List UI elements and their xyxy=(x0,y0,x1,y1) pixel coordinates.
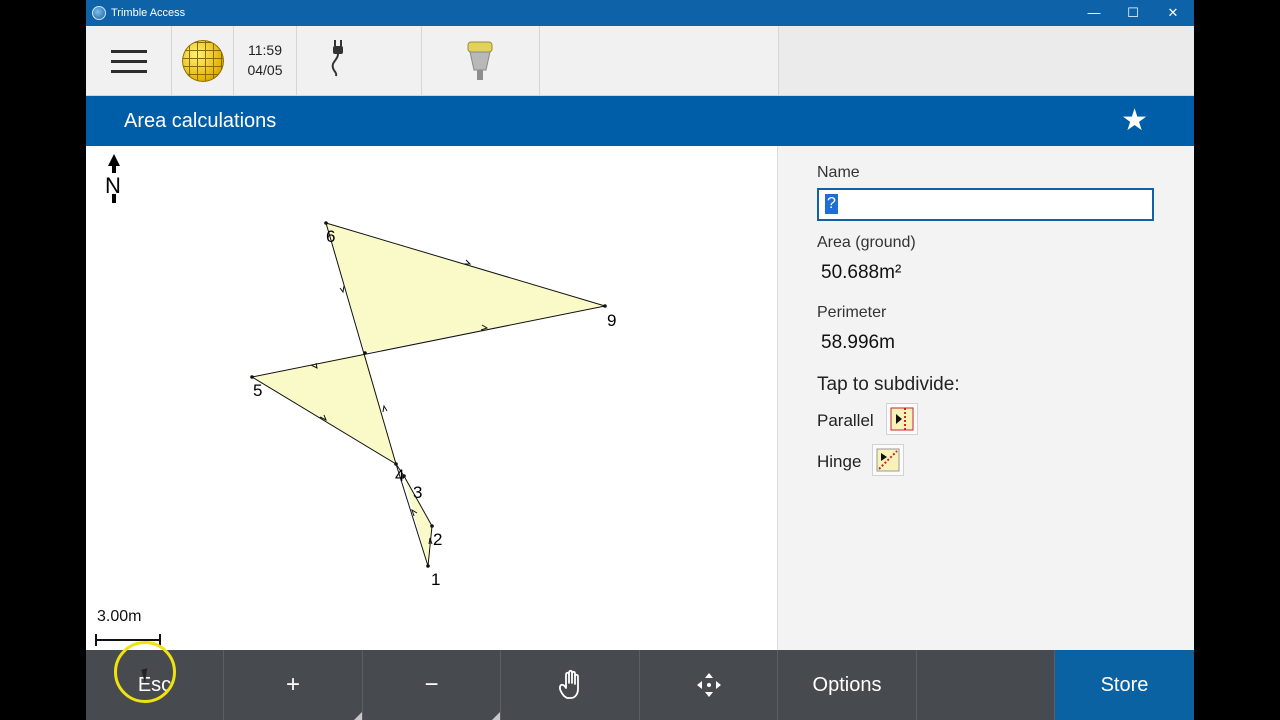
favorite-star-icon[interactable]: ★ xyxy=(1121,106,1148,136)
status-cell-empty xyxy=(540,26,779,95)
window-titlebar: Trimble Access — ☐ ✕ xyxy=(86,0,1194,26)
coordinate-system-button[interactable] xyxy=(172,26,234,95)
area-details-panel: Name ? Area (ground) 50.688m² Perimeter … xyxy=(778,146,1194,650)
date-text: 04/05 xyxy=(247,62,283,78)
hinge-subdivide-button[interactable] xyxy=(872,444,904,476)
zoom-out-button[interactable]: − xyxy=(363,650,501,720)
point-label-3: 3 xyxy=(413,483,422,502)
app-window: Trimble Access — ☐ ✕ 11:59 04/05 Area ca… xyxy=(86,0,1194,720)
point-label-4: 4 xyxy=(395,466,404,485)
power-status[interactable] xyxy=(297,26,422,95)
empty-softkey xyxy=(917,650,1055,720)
area-polygon xyxy=(250,221,607,568)
zoom-in-label: + xyxy=(285,671,300,698)
north-label: N xyxy=(105,173,121,198)
status-area-right xyxy=(779,26,1194,95)
area-value: 50.688m² xyxy=(821,262,902,283)
parallel-subdivide-icon xyxy=(890,407,914,431)
point-label-1: 1 xyxy=(431,570,440,589)
trimble-app-icon xyxy=(92,6,106,20)
zoom-in-button[interactable]: + xyxy=(224,650,363,720)
options-button[interactable]: Options xyxy=(778,650,917,720)
submenu-corner-icon xyxy=(354,712,362,720)
receiver-status[interactable] xyxy=(422,26,540,95)
clock-status[interactable]: 11:59 04/05 xyxy=(234,26,297,95)
status-bar: 11:59 04/05 xyxy=(86,26,1194,96)
gnss-receiver-icon xyxy=(467,41,493,80)
scale-label: 3.00m xyxy=(97,608,142,625)
menu-button[interactable] xyxy=(86,26,172,95)
perimeter-label: Perimeter xyxy=(817,304,887,321)
bottom-toolbar: Esc + − Options Store xyxy=(86,650,1194,720)
point-label-9: 9 xyxy=(607,311,616,330)
name-field[interactable]: ? xyxy=(817,188,1154,221)
subdivide-label: Tap to subdivide: xyxy=(817,374,960,395)
window-title: Trimble Access xyxy=(111,7,186,19)
perimeter-value: 58.996m xyxy=(821,332,895,353)
page-header: Area calculations ★ xyxy=(86,96,1194,146)
globe-icon xyxy=(182,40,224,82)
store-button[interactable]: Store xyxy=(1055,650,1194,720)
parallel-subdivide-button[interactable] xyxy=(886,403,918,435)
time-text: 11:59 xyxy=(248,42,282,58)
zoom-extents-icon xyxy=(697,673,721,697)
zoom-out-label: − xyxy=(424,671,439,698)
hinge-label: Hinge xyxy=(817,452,862,471)
north-arrow-icon: N xyxy=(105,154,121,203)
point-label-6: 6 xyxy=(326,227,335,246)
zoom-extents-button[interactable] xyxy=(640,650,778,720)
parallel-label: Parallel xyxy=(817,411,874,430)
submenu-corner-icon xyxy=(492,712,500,720)
point-label-2: 2 xyxy=(433,530,442,549)
hand-pan-icon xyxy=(559,669,579,699)
hinge-subdivide-icon xyxy=(876,448,900,472)
minimize-button[interactable]: — xyxy=(1074,0,1114,26)
maximize-button[interactable]: ☐ xyxy=(1113,0,1153,26)
power-plug-icon xyxy=(331,40,343,77)
name-field-value: ? xyxy=(825,194,838,214)
area-map-canvas[interactable]: N 6 9 5 4 3 2 1 xyxy=(86,146,778,650)
map-view[interactable]: N 6 9 5 4 3 2 1 3.00m xyxy=(86,146,778,650)
name-label: Name xyxy=(817,164,860,181)
point-label-5: 5 xyxy=(253,381,262,400)
pan-button[interactable] xyxy=(501,650,640,720)
page-title: Area calculations xyxy=(124,110,277,132)
close-button[interactable]: ✕ xyxy=(1153,0,1193,26)
area-label: Area (ground) xyxy=(817,234,916,251)
